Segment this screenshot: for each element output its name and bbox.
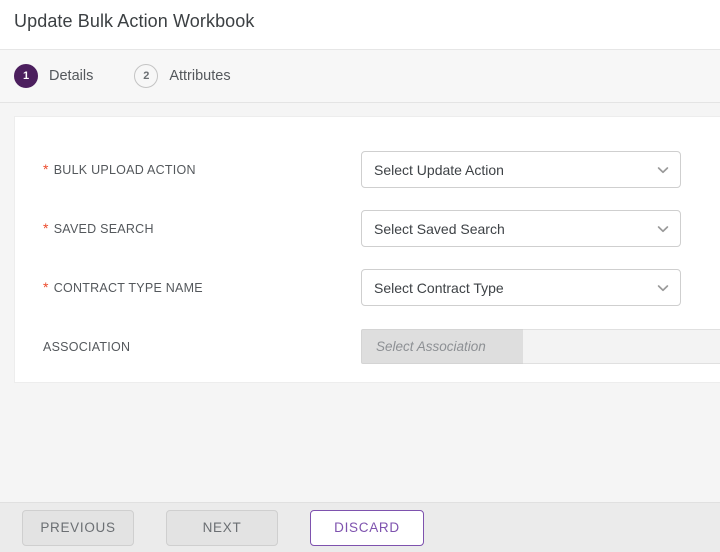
required-asterisk-icon: *	[43, 162, 49, 176]
previous-button[interactable]: PREVIOUS	[22, 510, 134, 546]
wizard-stepper: 1 Details 2 Attributes	[0, 50, 720, 103]
label-association: ASSOCIATION	[43, 340, 343, 354]
select-contract-type-name[interactable]: Select Contract Type	[361, 269, 681, 306]
required-asterisk-icon: *	[43, 221, 49, 235]
select-value-contract-type-name: Select Contract Type	[374, 280, 656, 296]
association-input	[523, 329, 720, 364]
discard-button[interactable]: DISCARD	[310, 510, 424, 546]
association-field: Select Association	[361, 329, 720, 364]
step-label-attributes: Attributes	[169, 68, 230, 84]
label-bulk-upload-action: * BULK UPLOAD ACTION	[43, 162, 343, 177]
label-text-bulk-upload-action: BULK UPLOAD ACTION	[54, 163, 196, 177]
select-saved-search[interactable]: Select Saved Search	[361, 210, 681, 247]
label-text-association: ASSOCIATION	[43, 340, 130, 354]
next-button[interactable]: NEXT	[166, 510, 278, 546]
label-saved-search: * SAVED SEARCH	[43, 221, 343, 236]
required-asterisk-icon: *	[43, 280, 49, 294]
bulk-action-workbook-page: Update Bulk Action Workbook 1 Details 2 …	[0, 0, 720, 552]
chevron-down-icon	[656, 281, 670, 295]
form-row-contract-type-name: * CONTRACT TYPE NAME Select Contract Typ…	[15, 258, 720, 317]
step-label-details: Details	[49, 68, 93, 84]
association-placeholder-text: Select Association	[376, 339, 486, 354]
chevron-down-icon	[656, 163, 670, 177]
label-text-saved-search: SAVED SEARCH	[54, 222, 154, 236]
form-row-bulk-upload-action: * BULK UPLOAD ACTION Select Update Actio…	[15, 140, 720, 199]
form-row-saved-search: * SAVED SEARCH Select Saved Search	[15, 199, 720, 258]
label-text-contract-type-name: CONTRACT TYPE NAME	[54, 281, 203, 295]
stepper-step-details[interactable]: 1 Details	[14, 64, 93, 88]
select-value-saved-search: Select Saved Search	[374, 221, 656, 237]
details-form-card: * BULK UPLOAD ACTION Select Update Actio…	[14, 116, 720, 383]
select-value-bulk-upload-action: Select Update Action	[374, 162, 656, 178]
association-placeholder-chip: Select Association	[361, 329, 523, 364]
form-row-association: ASSOCIATION Select Association	[15, 317, 720, 376]
page-title: Update Bulk Action Workbook	[14, 11, 255, 32]
select-bulk-upload-action[interactable]: Select Update Action	[361, 151, 681, 188]
wizard-footer: PREVIOUS NEXT DISCARD	[0, 502, 720, 552]
chevron-down-icon	[656, 222, 670, 236]
stepper-step-attributes[interactable]: 2 Attributes	[134, 64, 230, 88]
step-number-badge-2: 2	[134, 64, 158, 88]
label-contract-type-name: * CONTRACT TYPE NAME	[43, 280, 343, 295]
step-number-badge-1: 1	[14, 64, 38, 88]
page-header: Update Bulk Action Workbook	[0, 0, 720, 50]
